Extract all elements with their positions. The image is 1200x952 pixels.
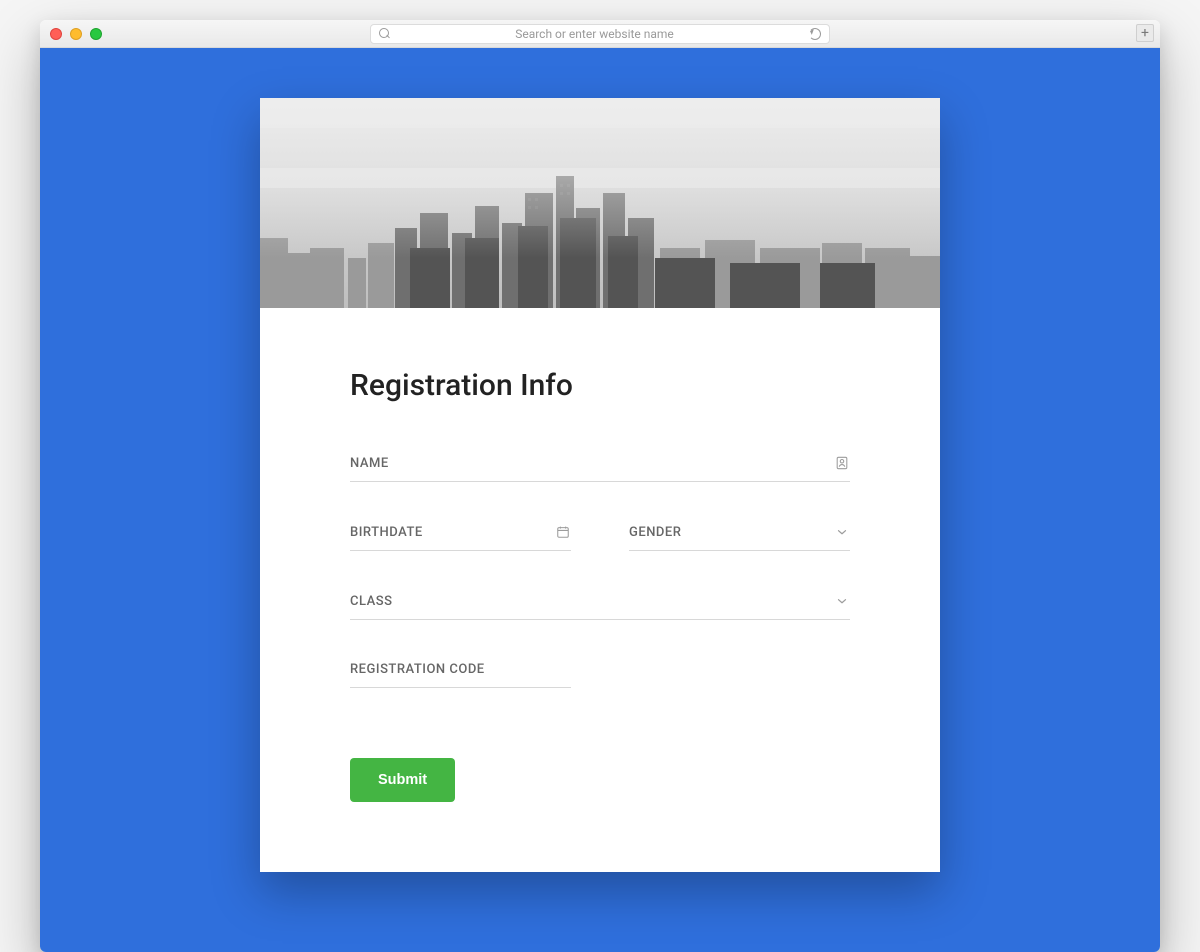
hero-image-city-skyline — [260, 98, 940, 308]
page-viewport: Registration Info NAME — [40, 48, 1160, 952]
registration-card: Registration Info NAME — [260, 98, 940, 872]
submit-button[interactable]: Submit — [350, 758, 455, 802]
registration-code-label: REGISTRATION CODE — [350, 662, 571, 677]
minimize-window-button[interactable] — [70, 28, 82, 40]
new-tab-button[interactable]: + — [1136, 24, 1154, 42]
window-controls — [50, 28, 102, 40]
form-title: Registration Info — [350, 368, 850, 403]
person-icon — [834, 455, 850, 471]
close-window-button[interactable] — [50, 28, 62, 40]
reload-icon[interactable] — [809, 28, 821, 40]
name-field[interactable]: NAME — [350, 455, 850, 482]
browser-window: Search or enter website name + — [40, 20, 1160, 952]
titlebar: Search or enter website name + — [40, 20, 1160, 48]
birthdate-field[interactable]: BIRTHDATE — [350, 524, 571, 551]
name-label: NAME — [350, 456, 834, 471]
maximize-window-button[interactable] — [90, 28, 102, 40]
chevron-down-icon — [834, 524, 850, 540]
chevron-down-icon — [834, 593, 850, 609]
birthdate-label: BIRTHDATE — [350, 525, 555, 540]
registration-code-field[interactable]: REGISTRATION CODE — [350, 662, 571, 688]
address-bar-placeholder: Search or enter website name — [380, 27, 809, 41]
gender-field[interactable]: GENDER — [629, 524, 850, 551]
class-label: CLASS — [350, 594, 834, 609]
calendar-icon — [555, 524, 571, 540]
registration-form: Registration Info NAME — [260, 308, 940, 872]
address-bar[interactable]: Search or enter website name — [370, 24, 830, 44]
search-icon — [379, 28, 390, 39]
class-field[interactable]: CLASS — [350, 593, 850, 620]
gender-label: GENDER — [629, 525, 834, 540]
